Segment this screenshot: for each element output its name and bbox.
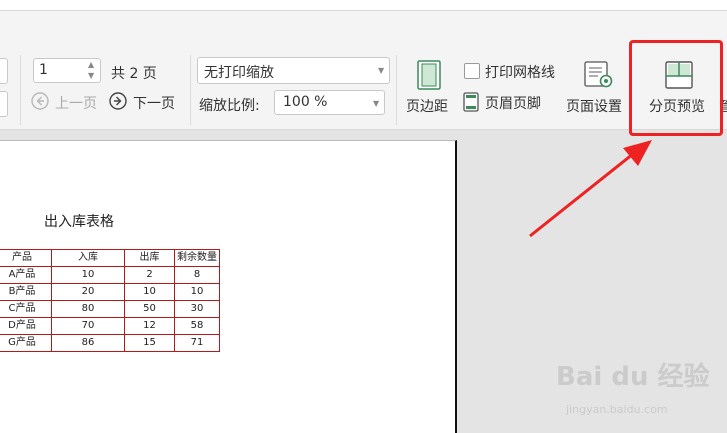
table-row: A产品 10 2 8 [0,266,220,284]
separator [20,55,21,125]
table-cell: 20 [51,283,125,301]
print-scale-value: 无打印缩放 [204,65,274,81]
table-row: B产品 20 10 10 [0,283,220,301]
cut-off-dropdown-2[interactable] [0,91,8,117]
header-footer-icon [463,92,479,112]
table-cell: 71 [174,334,220,352]
separator [396,55,397,125]
table-cell: 12 [124,317,175,335]
table-cell: G产品 [0,334,52,352]
chevron-down-icon: ▼ [373,99,380,108]
arrow-left-circle-icon [31,92,49,110]
table-row: G产品 86 15 71 [0,334,220,352]
table-row: D产品 70 12 58 [0,317,220,335]
title-bar [0,0,727,11]
checkbox-icon [464,63,480,79]
print-gridlines-label: 打印网格线 [485,65,555,81]
table-cell: 50 [124,300,175,318]
table-cell: A产品 [0,266,52,284]
table-cell: 58 [174,317,220,335]
page-setup-icon [584,61,613,88]
table-cell: 2 [124,266,175,284]
table-row: C产品 80 50 30 [0,300,220,318]
cut-off-dropdown[interactable] [0,58,8,84]
margins-label: 页边距 [406,99,448,115]
inventory-table: 产品 入库 出库 剩余数量 A产品 10 2 8 B产品 20 10 10 C产… [0,249,220,352]
highlight-box [629,40,723,136]
table-cell: 70 [51,317,125,335]
prev-page-button[interactable]: 上一页 [31,91,105,113]
table-cell: 10 [174,283,220,301]
page-number-value: 1 [39,62,48,78]
table-cell: 10 [124,283,175,301]
table-header-row: 产品 入库 出库 剩余数量 [0,249,220,267]
header-cell: 入库 [51,249,125,267]
header-cell: 剩余数量 [174,249,220,267]
stepper-up-icon[interactable]: ▲ [88,60,94,69]
margins-button[interactable]: 页边距 [404,57,456,117]
zoom-dropdown[interactable]: 100 % ▼ [274,90,385,115]
separator [190,55,191,125]
table-cell: D产品 [0,317,52,335]
print-preview-page: 出入库表格 产品 入库 出库 剩余数量 A产品 10 2 8 B产品 20 10… [0,140,457,433]
chevron-down-icon: ▼ [378,66,385,75]
header-footer-button[interactable]: 页眉页脚 [463,91,563,113]
prev-page-label: 上一页 [55,96,97,112]
arrow-right-circle-icon [109,92,127,110]
table-cell: 8 [174,266,220,284]
print-gridlines-checkbox[interactable]: 打印网格线 [463,61,563,83]
header-footer-label: 页眉页脚 [485,96,541,112]
page-margins-icon [417,60,441,90]
baidu-watermark: Bai du 经验 [556,362,710,392]
table-cell: C产品 [0,300,52,318]
page-number-stepper[interactable]: 1 ▲ ▼ [33,58,101,83]
table-cell: 80 [51,300,125,318]
header-cell: 产品 [0,249,52,267]
page-setup-label: 页面设置 [566,99,622,115]
header-cell: 出库 [124,249,175,267]
watermark-url: jingyan.baidu.com [566,403,668,416]
zoom-label: 缩放比例: [199,98,260,114]
print-preview-ribbon: 1 ▲ ▼ 共 2 页 上一页 下一页 无打印缩放 ▼ 缩放比例: 100 % … [0,11,727,130]
table-cell: 15 [124,334,175,352]
table-cell: 30 [174,300,220,318]
next-page-button[interactable]: 下一页 [109,91,183,113]
print-scale-dropdown[interactable]: 无打印缩放 ▼ [197,57,390,84]
table-cell: B产品 [0,283,52,301]
zoom-value: 100 % [283,94,328,110]
table-cell: 86 [51,334,125,352]
page-setup-button[interactable]: 页面设置 [565,57,629,117]
total-pages-label: 共 2 页 [111,66,157,82]
next-page-label: 下一页 [133,96,175,112]
table-cell: 10 [51,266,125,284]
red-arrow-annotation [529,140,652,238]
sheet-title: 出入库表格 [44,214,114,230]
stepper-down-icon[interactable]: ▼ [88,71,94,80]
